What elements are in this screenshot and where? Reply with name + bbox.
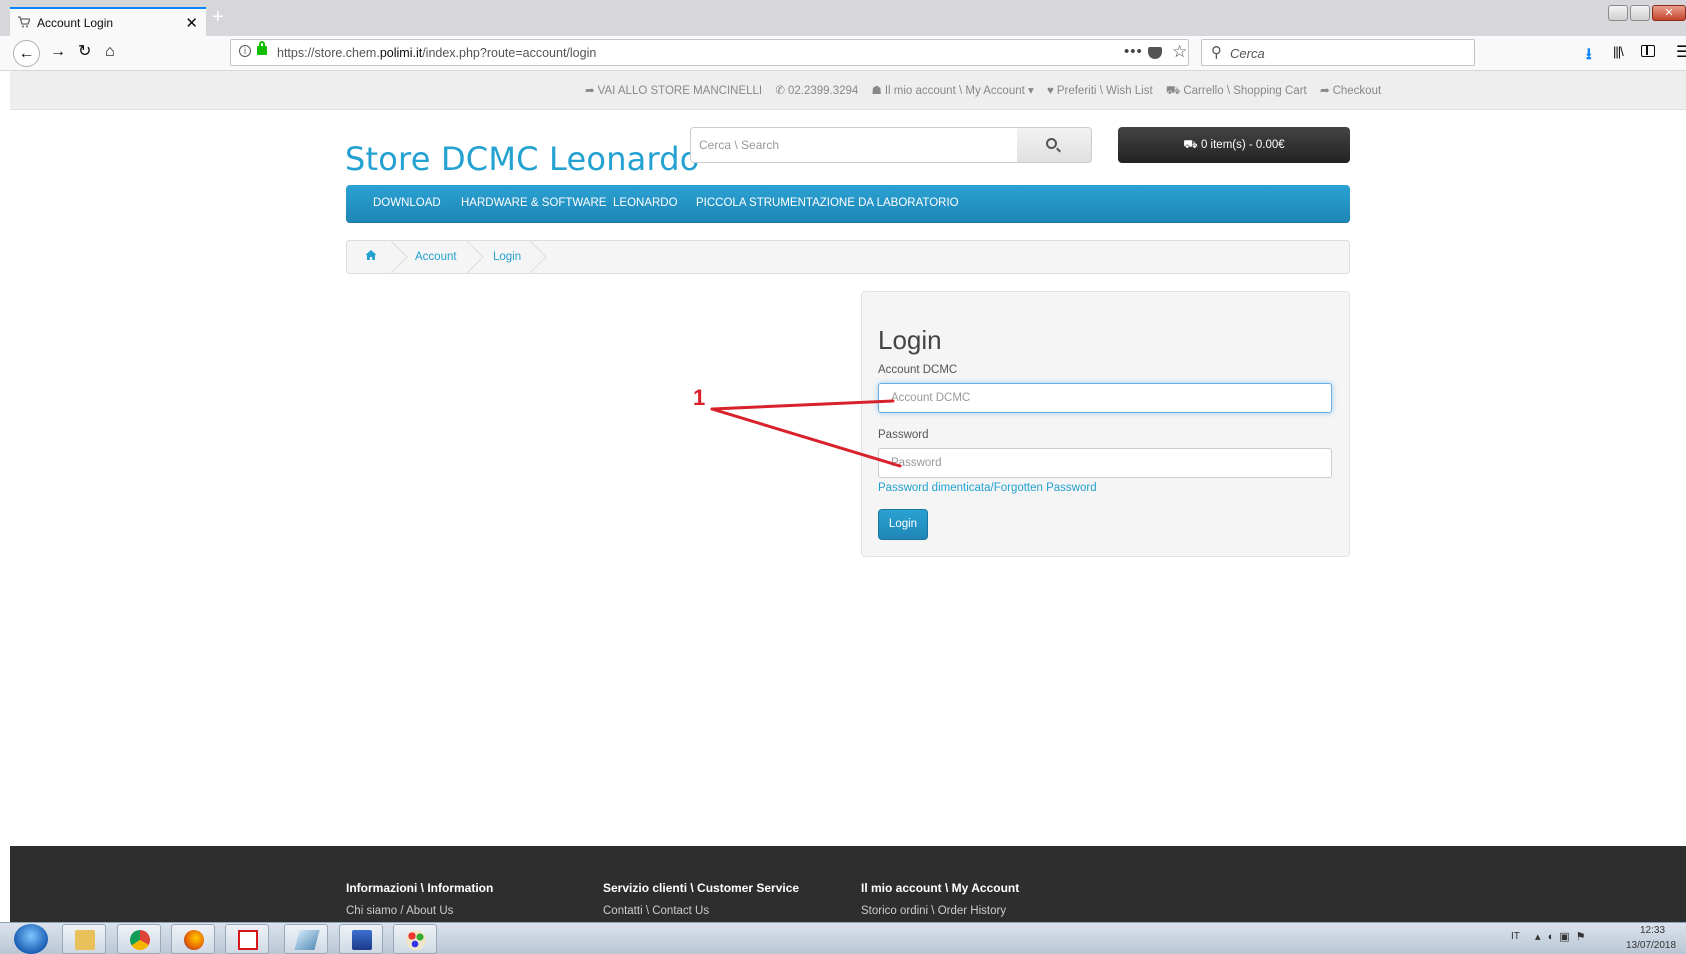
main-menu: DOWNLOAD HARDWARE & SOFTWARE LEONARDO PI… [346,185,1350,223]
taskbar-app-icon[interactable] [284,924,328,954]
user-icon: ☗ [871,85,882,97]
store-link[interactable]: ➦ VAI ALLO STORE MANCINELLI [585,85,762,97]
footer-heading-customer-service: Servizio clienti \ Customer Service [603,881,800,895]
login-title: Login [878,325,942,355]
shopping-cart-link[interactable]: ⛟ Carrello \ Shopping Cart [1166,85,1307,97]
clock-time[interactable]: 12:33 [1640,925,1665,936]
menu-item-piccola-strumentazione[interactable]: PICCOLA STRUMENTAZIONE DA LABORATORIO [696,197,959,209]
footer-link-order-history[interactable]: Storico ordini \ Order History [861,905,1006,917]
menu-item-hardware-software[interactable]: HARDWARE & SOFTWARE [461,197,606,209]
store-search-input[interactable]: Cerca \ Search [690,127,1018,163]
menu-item-leonardo[interactable]: LEONARDO [613,197,678,209]
cart-summary: 0 item(s) - 0.00€ [1200,139,1285,151]
volume-icon[interactable]: ◖ [1547,931,1560,943]
search-icon: ⚲ [1211,44,1222,61]
forward-arrow-icon[interactable]: → [50,42,66,62]
breadcrumb-account[interactable]: Account [415,251,457,263]
bookmark-star-icon[interactable]: ☆ [1172,42,1187,62]
breadcrumb-separator [391,241,408,273]
breadcrumb-separator [530,241,547,273]
breadcrumb-separator [467,241,484,273]
footer-link-contact[interactable]: Contatti \ Contact Us [603,905,709,917]
taskbar-paint-icon[interactable] [393,924,437,954]
browser-tab-bar [0,0,1686,36]
taskbar-remote-desktop-icon[interactable] [339,924,383,954]
tray-icons[interactable]: ▴◖▣⚑ [1535,930,1591,943]
footer-heading-my-account: Il mio account \ My Account [861,881,1020,895]
url-text[interactable]: https://store.chem.polimi.it/index.php?r… [277,46,596,60]
store-logo[interactable]: Store DCMC Leonardo [345,140,700,178]
library-icon[interactable]: |||\ [1613,44,1624,59]
window-close-button[interactable]: ✕ [1652,5,1686,21]
page-actions-icon[interactable]: ••• [1124,43,1143,60]
login-button[interactable]: Login [878,509,928,540]
password-label: Password [878,429,929,441]
search-icon [1046,138,1057,149]
share-icon: ➦ [585,85,595,97]
account-label: Account DCMC [878,364,958,376]
taskbar-firefox-icon[interactable] [171,924,215,954]
footer-link-about[interactable]: Chi siamo / About Us [346,905,453,917]
tab-title: Account Login [37,16,114,30]
tab-close-icon[interactable]: ✕ [185,14,198,32]
taskbar-explorer-icon[interactable] [62,924,106,954]
store-top-bar: ➦ VAI ALLO STORE MANCINELLI ✆ 02.2399.3294… [10,71,1686,110]
download-icon[interactable]: ⭳ [1586,43,1592,70]
password-placeholder: Password [891,457,942,469]
wishlist-link[interactable]: ♥ Preferiti \ Wish List [1047,85,1153,97]
flag-icon[interactable]: ⚑ [1576,931,1592,943]
footer [10,846,1686,922]
phone-icon: ✆ [775,85,785,97]
hamburger-menu-icon[interactable]: ☰ [1676,42,1686,62]
share-icon: ➦ [1319,85,1330,97]
heart-icon: ♥ [1047,85,1054,97]
browser-search-bar[interactable]: ⚲ Cerca [1201,39,1475,66]
annotation-number: 1 [693,385,706,410]
phone-link[interactable]: ✆ 02.2399.3294 [775,85,858,97]
url-bar[interactable]: i https://store.chem.polimi.it/index.php… [230,39,1189,66]
back-arrow-icon[interactable]: ← [13,40,40,67]
home-icon[interactable]: ⌂ [105,42,115,62]
forgot-password-link[interactable]: Password dimenticata/Forgotten Password [878,482,1097,494]
clock-date[interactable]: 13/07/2018 [1626,940,1676,951]
caret-down-icon: ▾ [1028,85,1034,97]
store-search-button[interactable] [1017,127,1092,163]
new-tab-icon[interactable]: + [212,7,224,27]
window-maximize-button[interactable] [1630,5,1650,21]
cart-button[interactable]: ⛟ 0 item(s) - 0.00€ [1118,127,1350,163]
tray-language[interactable]: IT [1511,931,1520,942]
checkout-link[interactable]: ➦ Checkout [1320,85,1381,97]
window-minimize-button[interactable] [1608,5,1628,21]
breadcrumb-login[interactable]: Login [493,251,521,263]
start-button-icon[interactable] [14,924,48,954]
lock-icon[interactable] [257,41,267,55]
pocket-icon[interactable] [1148,47,1162,59]
tray-up-arrow-icon[interactable]: ▴ [1535,931,1547,943]
breadcrumb: Account Login [346,240,1350,274]
account-input[interactable]: Account DCMC [878,383,1332,413]
password-input[interactable]: Password [878,448,1332,478]
cart-favicon-icon [18,16,30,28]
reload-icon[interactable]: ↻ [78,42,91,62]
account-placeholder: Account DCMC [891,392,971,404]
cart-icon: ⛟ [1183,139,1198,151]
store-search-placeholder: Cerca \ Search [699,138,780,152]
browser-tab[interactable]: Account Login ✕ [10,7,206,36]
sidebar-icon[interactable] [1641,45,1655,57]
home-icon[interactable] [365,249,377,261]
browser-search-placeholder: Cerca [1230,46,1265,61]
info-icon[interactable]: i [239,45,251,57]
my-account-dropdown[interactable]: ☗ Il mio account \ My Account ▾ [872,85,1034,97]
taskbar-chrome-icon[interactable] [117,924,161,954]
cart-icon: ⛟ [1165,85,1181,97]
network-icon[interactable]: ▣ [1559,931,1575,943]
footer-heading-information: Informazioni \ Information [346,881,494,895]
menu-item-download[interactable]: DOWNLOAD [373,197,441,209]
taskbar-acrobat-icon[interactable] [225,924,269,954]
